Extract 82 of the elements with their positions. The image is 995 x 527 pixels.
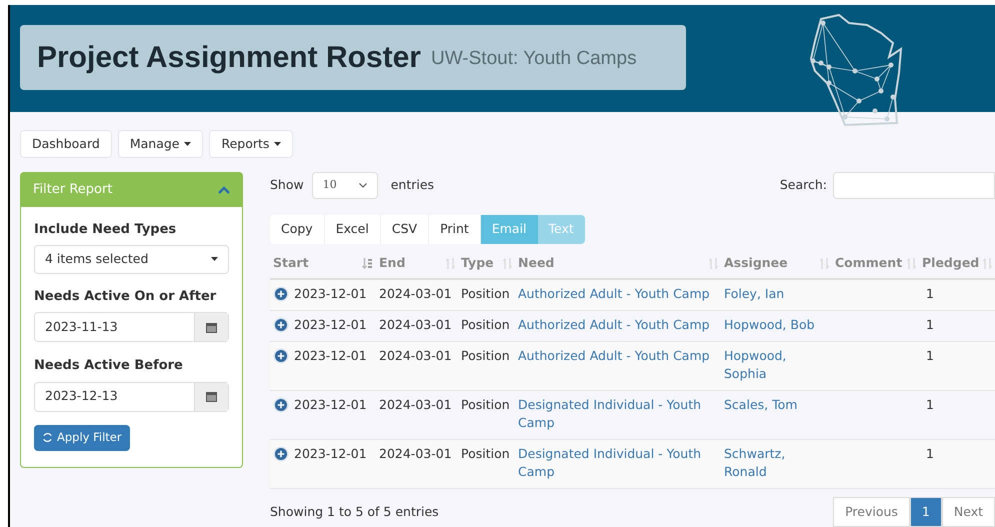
calendar-icon xyxy=(206,322,217,332)
table-link[interactable]: Scales, Tom xyxy=(724,396,829,414)
column-header[interactable]: Need xyxy=(515,248,721,279)
column-header[interactable]: Comment xyxy=(832,248,919,279)
sort-icon xyxy=(983,258,992,268)
sort-icon xyxy=(709,258,718,268)
column-header[interactable]: End xyxy=(376,248,458,279)
table-cell: 2023-12-01 xyxy=(294,396,367,414)
table-cell-text: 1 xyxy=(926,347,935,365)
pagination-button[interactable]: Next xyxy=(942,497,995,527)
date-field[interactable]: 2023-12-13 xyxy=(34,382,229,412)
export-button[interactable]: Excel xyxy=(324,215,381,244)
table-cell-text: 1 xyxy=(926,396,935,414)
table-cell-text: 1 xyxy=(926,445,935,463)
refresh-icon xyxy=(42,432,53,443)
entries-label: entries xyxy=(390,176,434,194)
table-link[interactable]: Foley, Ian xyxy=(724,285,829,303)
date-field[interactable]: 2023-11-13 xyxy=(34,312,229,342)
caret-icon xyxy=(274,142,282,146)
column-header[interactable]: Start xyxy=(270,248,376,279)
nav-menu-button[interactable]: Manage xyxy=(118,130,204,158)
expand-row-icon[interactable] xyxy=(273,446,289,462)
table-cell-text: 2024-03-01 xyxy=(379,445,453,463)
page-subtitle: UW-Stout: Youth Camps xyxy=(430,47,637,72)
table-link[interactable]: Designated Individual - Youth Camp xyxy=(518,445,718,481)
sort-icon xyxy=(503,258,512,268)
table-cell: 2023-12-01 xyxy=(294,285,367,303)
column-header[interactable]: Pledged xyxy=(919,248,995,279)
table-cell: 2023-12-01 xyxy=(294,347,367,365)
expand-row-icon[interactable] xyxy=(273,286,289,302)
table-cell-text: 1 xyxy=(926,316,935,334)
sort-icon xyxy=(820,258,829,268)
field-label: Include Need Types xyxy=(34,221,178,239)
table-cell-text: 2024-03-01 xyxy=(379,316,453,334)
table-link[interactable]: Hopwood, Sophia xyxy=(724,347,829,383)
show-label: Show xyxy=(270,176,304,194)
pagination-button[interactable]: Previous xyxy=(833,497,910,527)
table-cell: 2023-12-01 xyxy=(294,445,367,463)
table-link[interactable]: Hopwood, Bob xyxy=(724,316,829,334)
table-cell-text: Position xyxy=(461,347,511,365)
table-cell-text: Position xyxy=(461,445,511,463)
sort-icon xyxy=(907,258,916,268)
table-link[interactable]: Schwartz, Ronald xyxy=(724,445,829,481)
table-link[interactable]: Authorized Adult - Youth Camp xyxy=(518,285,718,303)
expand-row-icon[interactable] xyxy=(273,348,289,364)
table-cell-text: 2024-03-01 xyxy=(379,347,453,365)
field-label: Needs Active On or After xyxy=(34,288,218,306)
need-types-dropdown[interactable]: 4 items selected xyxy=(34,244,229,274)
chevron-down-icon xyxy=(358,183,367,188)
table-info: Showing 1 to 5 of 5 entries xyxy=(270,502,439,521)
column-header[interactable]: Assignee xyxy=(721,248,832,279)
caret-icon xyxy=(184,142,192,146)
apply-filter-button[interactable]: Apply Filter xyxy=(34,424,130,450)
column-header[interactable]: Type xyxy=(458,248,515,279)
pagination-button[interactable]: 1 xyxy=(910,497,942,527)
page-length-select[interactable]: 10 xyxy=(312,172,378,199)
table-cell-text: Position xyxy=(461,316,511,334)
table-cell-text: 1 xyxy=(926,285,935,303)
nav-menu-button[interactable]: Reports xyxy=(209,130,294,158)
table-link[interactable]: Designated Individual - Youth Camp xyxy=(518,396,718,432)
nav-menu-button[interactable]: Dashboard xyxy=(20,130,112,158)
table-cell-text: Position xyxy=(461,396,511,414)
table-cell: 2023-12-01 xyxy=(294,316,367,334)
calendar-icon xyxy=(206,391,217,402)
export-button[interactable]: Copy xyxy=(270,215,325,244)
field-label: Needs Active Before xyxy=(34,357,184,375)
page-title: Project Assignment Roster xyxy=(37,40,421,76)
panel-title: Filter Report xyxy=(33,181,112,200)
search-label: Search: xyxy=(780,176,827,194)
table-link[interactable]: Authorized Adult - Youth Camp xyxy=(518,316,718,334)
export-button[interactable]: Print xyxy=(429,215,481,244)
sort-icon xyxy=(446,258,455,268)
expand-row-icon[interactable] xyxy=(273,317,289,333)
export-button[interactable]: CSV xyxy=(380,215,430,244)
table-cell-text: Position xyxy=(461,285,511,303)
table-cell-text: 2024-03-01 xyxy=(379,285,453,303)
search-field[interactable] xyxy=(833,172,995,199)
table-link[interactable]: Authorized Adult - Youth Camp xyxy=(518,347,718,365)
caret-icon xyxy=(211,257,218,261)
table-cell-text: 2024-03-01 xyxy=(379,396,453,414)
sort-ascending-icon xyxy=(362,258,373,268)
expand-row-icon[interactable] xyxy=(273,397,289,413)
